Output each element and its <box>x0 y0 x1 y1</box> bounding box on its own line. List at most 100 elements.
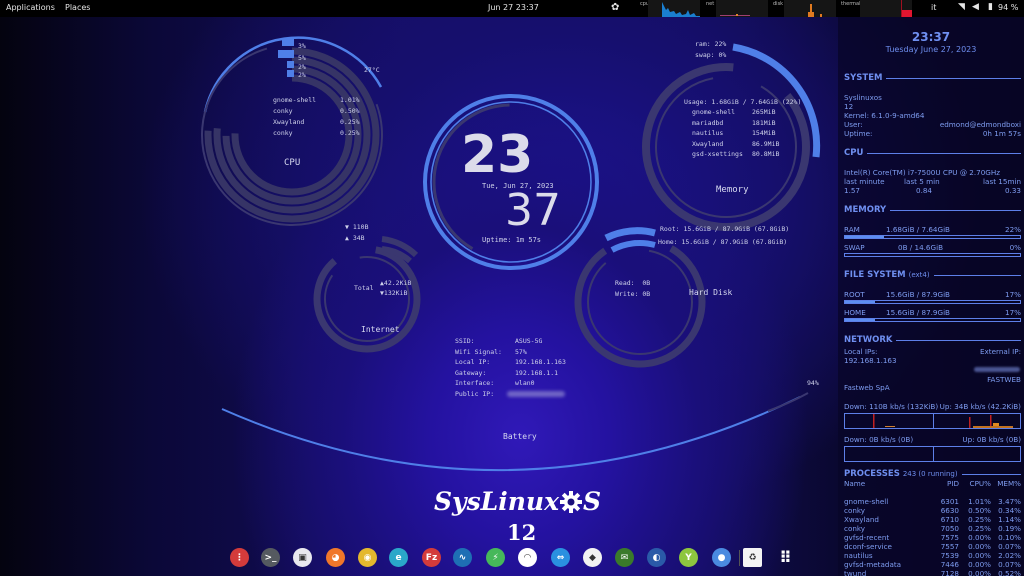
dock-power-tool-icon[interactable]: ⚡ <box>486 548 505 567</box>
places-menu[interactable]: Places <box>65 3 90 12</box>
process-name: gnome-shell <box>844 497 889 506</box>
cpu-section-header: CPU <box>844 148 1021 158</box>
keyboard-layout-indicator[interactable]: it <box>931 3 936 12</box>
column-cpu[interactable]: CPU% <box>970 479 991 488</box>
process-row: gnome-shell 6301 1.01% 3.47% <box>844 497 1021 506</box>
swap-percent: 0% <box>1009 243 1021 252</box>
graph-divider <box>932 447 934 461</box>
load-values-row: 1.57 0.84 0.33 <box>844 186 1021 195</box>
wifi-info-row: Interface: wlan0 <box>455 379 585 390</box>
clock-hour: 23 <box>461 125 534 185</box>
cpu-graph-bars <box>648 2 700 17</box>
dock-mail-search-icon[interactable]: ✉ <box>615 548 634 567</box>
dock-chameleon-icon[interactable]: ◐ <box>647 548 666 567</box>
home-value: 15.6GiB / 87.9GiB <box>886 308 950 317</box>
column-name[interactable]: Name <box>844 479 865 488</box>
wifi-info-label: Gateway: <box>455 368 487 377</box>
root-usage-bar <box>844 300 1021 304</box>
dock-show-apps-icon[interactable]: ⠿ <box>776 548 795 567</box>
process-row: gvfsd-recent 7575 0.00% 0.10% <box>844 533 1021 542</box>
disk-mini-graph[interactable] <box>784 0 836 17</box>
process-row: conky 7050 0.25% 0.19% <box>844 524 1021 533</box>
home-usage-fill <box>845 319 875 321</box>
process-mem: 154MiB <box>752 129 776 137</box>
process-cpu: 0.50% <box>340 107 360 115</box>
internet-download-speed: ▼ 110B <box>345 223 369 231</box>
ip-labels-row: Local IPs: External IP: <box>844 347 1021 356</box>
column-pid[interactable]: PID <box>947 479 959 488</box>
process-cpu: 1.01% <box>340 96 360 104</box>
process-mem: 265MiB <box>752 108 776 116</box>
process-pid: 7050 <box>940 524 959 533</box>
process-table-header: Name PID CPU% MEM% <box>844 479 1021 488</box>
battery-widget-percent: 94% <box>807 379 819 387</box>
internet-upload-speed: ▲ 34B <box>345 234 365 242</box>
memory-widget-title: Memory <box>716 185 749 195</box>
dock-teamviewer-icon[interactable]: ⇔ <box>551 548 570 567</box>
memory-process-row: Xwayland 86.9MiB <box>692 140 792 151</box>
wifi-tool-glyph: ◠ <box>524 552 531 563</box>
dock-remote-desktop-icon[interactable]: ▣ <box>293 548 312 567</box>
disk-write: Write: 0B <box>615 290 651 298</box>
dock-trash-icon[interactable]: ♻ <box>743 548 762 567</box>
dock-red-app-icon[interactable]: ⋮ <box>230 548 249 567</box>
ram-percent: ram: 22% <box>695 40 727 48</box>
home-row: HOME 15.6GiB / 87.9GiB 17% <box>844 308 1021 317</box>
edge-dev-glyph: e <box>395 552 402 563</box>
process-name: dconf-service <box>844 542 892 551</box>
cpu-process-row: conky 0.25% <box>273 129 363 140</box>
dock-system-monitor-icon[interactable]: ∿ <box>453 548 472 567</box>
dock-firefox-icon[interactable]: ◕ <box>326 548 345 567</box>
net-mini-graph[interactable] <box>716 0 768 17</box>
filesystem-type: (ext4) <box>908 271 930 279</box>
process-name: gnome-shell <box>273 96 317 104</box>
process-cpu: 0.50% <box>968 506 991 515</box>
dock-blue-app-icon[interactable]: ● <box>712 548 731 567</box>
extensions-gear-icon[interactable]: ✿ <box>611 2 619 13</box>
public-ip-redacted <box>507 390 565 397</box>
processes-section-header: PROCESSES 243 (0 running) <box>844 469 1021 479</box>
show-apps-glyph: ⠿ <box>779 548 792 567</box>
filezilla-glyph: Fz <box>425 552 438 563</box>
system-monitor-glyph: ∿ <box>458 552 467 563</box>
firefox-glyph: ◕ <box>331 552 340 563</box>
wifi-icon[interactable]: ◥ <box>958 2 965 12</box>
divider <box>886 77 1021 79</box>
dock-green-app-icon[interactable]: Y <box>679 548 698 567</box>
battery-percentage[interactable]: 94 % <box>998 3 1018 12</box>
memory-process-row: gsd-xsettings 80.8MiB <box>692 150 792 161</box>
disk-read: Read: 0B <box>615 279 651 287</box>
dock-terminal-icon[interactable]: >_ <box>261 548 280 567</box>
applications-menu[interactable]: Applications <box>6 3 55 12</box>
process-name: nautilus <box>844 551 873 560</box>
dock-wifi-tool-icon[interactable]: ◠ <box>518 548 537 567</box>
dock-edge-dev-icon[interactable]: e <box>389 548 408 567</box>
volume-icon[interactable]: ◀ <box>972 2 979 12</box>
wifi-info-row: Wifi Signal: 57% <box>455 348 585 359</box>
load-value: 1.57 <box>844 186 861 195</box>
process-pid: 7539 <box>940 551 959 560</box>
swap-usage-bar <box>844 253 1021 257</box>
user-label: User: <box>844 120 863 129</box>
swap-row: SWAP 0B / 14.6GiB 0% <box>844 243 1021 252</box>
section-title: NETWORK <box>844 335 893 345</box>
panel-date: Tuesday June 27, 2023 <box>885 45 977 54</box>
ram-percent: 22% <box>1005 225 1021 234</box>
local-ips-label: Local IPs: <box>844 347 878 356</box>
cpu-mini-graph[interactable] <box>648 0 700 17</box>
cpu-core-4-usage: 2% <box>298 71 306 79</box>
disk-graph-label: disk <box>773 1 784 7</box>
os-version: 12 <box>844 102 854 111</box>
battery-icon[interactable]: ▮ <box>988 2 993 12</box>
dock-filezilla-icon[interactable]: Fz <box>422 548 441 567</box>
dock-anydesk-icon[interactable]: ◆ <box>583 548 602 567</box>
dock-chrome-icon[interactable]: ◉ <box>358 548 377 567</box>
wifi-traffic-bars <box>873 414 1013 428</box>
root-usage-arc <box>604 227 656 242</box>
column-mem[interactable]: MEM% <box>997 479 1021 488</box>
kernel-version: Kernel: 6.1.0-9-amd64 <box>844 111 925 120</box>
thermal-mini-graph[interactable] <box>860 0 912 17</box>
ram-row: RAM 1.68GiB / 7.64GiB 22% <box>844 225 1021 234</box>
clock-datetime[interactable]: Jun 27 23:37 <box>488 3 539 12</box>
cpu-core-bar-4 <box>287 70 294 77</box>
